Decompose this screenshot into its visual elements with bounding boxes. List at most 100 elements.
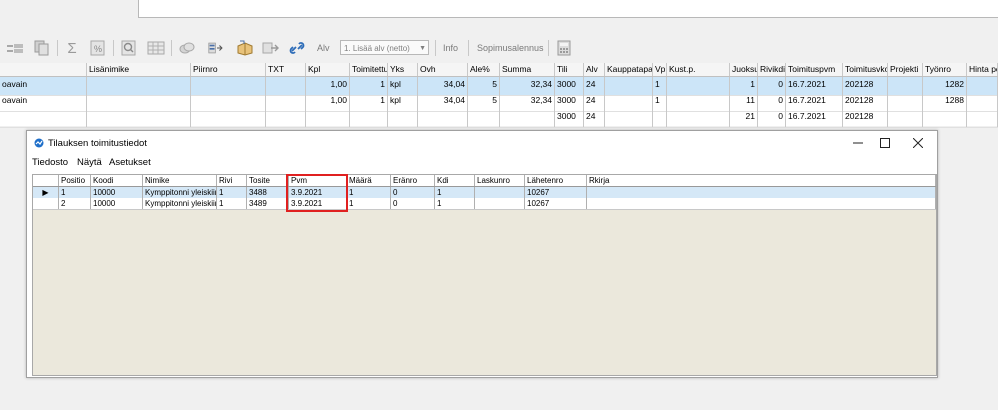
column-header-lähetenro[interactable]: Lähetenro — [525, 175, 587, 186]
column-header-tosite[interactable]: Tosite — [247, 175, 289, 186]
cell-koodi[interactable]: 10000 — [91, 198, 143, 209]
percent-icon[interactable]: % — [88, 39, 108, 57]
cell-toimitusvko[interactable]: 202128 — [843, 109, 888, 127]
cell-toimituspvm[interactable]: 16.7.2021 — [786, 109, 843, 127]
cell-eränro[interactable]: 0 — [391, 198, 435, 209]
cell-alv[interactable]: 24 — [584, 109, 605, 127]
cell-kpl[interactable] — [306, 109, 350, 127]
cell-positio[interactable]: 2 — [59, 198, 91, 209]
column-header-blank[interactable] — [0, 63, 87, 76]
cell-tili[interactable]: 3000 — [555, 109, 584, 127]
cell-rivi[interactable]: 1 — [217, 198, 247, 209]
cell-hinta-pe[interactable] — [967, 109, 998, 127]
discount-button[interactable]: Sopimusalennus — [477, 43, 544, 53]
cell-toimitettu[interactable] — [350, 109, 388, 127]
link-icon[interactable] — [286, 39, 308, 57]
column-header-ale[interactable]: Ale% — [468, 63, 500, 76]
cell-vp[interactable] — [653, 109, 667, 127]
close-button[interactable] — [906, 135, 930, 151]
column-header-summa[interactable]: Summa — [500, 63, 555, 76]
column-header-eränro[interactable]: Eränro — [391, 175, 435, 186]
column-header-alv[interactable]: Alv — [584, 63, 605, 76]
column-header-rivikdi[interactable]: Rivikdi — [758, 63, 786, 76]
cell-yks[interactable] — [388, 109, 418, 127]
menu-nayta[interactable]: Näytä — [77, 157, 102, 168]
cell-rkirja[interactable] — [587, 198, 936, 209]
cell-määrä[interactable]: 1 — [347, 198, 391, 209]
cell-laskunro[interactable] — [475, 198, 525, 209]
cell-juoksu[interactable]: 21 — [730, 109, 758, 127]
column-header-koodi[interactable]: Koodi — [91, 175, 143, 186]
search-icon[interactable] — [119, 39, 139, 57]
forward-icon[interactable] — [259, 39, 283, 57]
cell-ovh[interactable] — [418, 109, 468, 127]
column-header-kpl[interactable]: Kpl — [306, 63, 350, 76]
sum-icon[interactable]: Σ — [62, 39, 82, 57]
column-header-piirnro[interactable]: Piirnro — [191, 63, 266, 76]
cell-eränro[interactable]: 0 — [391, 187, 435, 198]
cell-koodi[interactable]: 10000 — [91, 187, 143, 198]
cell-lähetenro[interactable]: 10267 — [525, 198, 587, 209]
cell-rivikdi[interactable]: 0 — [758, 109, 786, 127]
column-header-yks[interactable]: Yks — [388, 63, 418, 76]
menu-tiedosto[interactable]: Tiedosto — [32, 157, 68, 168]
cell-txt[interactable] — [266, 109, 306, 127]
list-icon[interactable] — [4, 39, 26, 57]
column-header-lisänimike[interactable]: Lisänimike — [87, 63, 191, 76]
move-rows-icon[interactable] — [204, 39, 230, 57]
cell-nimike[interactable]: Kymppitonni yleiskiin — [143, 198, 217, 209]
column-header-toimitusvko[interactable]: Toimitusvko — [843, 63, 888, 76]
column-header-kdi[interactable]: Kdi — [435, 175, 475, 186]
column-header-kust-p[interactable]: Kust.p. — [667, 63, 730, 76]
column-header-kauppatapa[interactable]: Kauppatapa — [605, 63, 653, 76]
column-header-määrä[interactable]: Määrä — [347, 175, 391, 186]
row-indicator[interactable]: ▶ — [33, 187, 59, 198]
minimize-button[interactable] — [846, 135, 870, 151]
column-header-nimike[interactable]: Nimike — [143, 175, 217, 186]
copy-icon[interactable] — [31, 39, 53, 57]
row-indicator[interactable] — [33, 198, 59, 209]
column-header-vp[interactable]: Vp — [653, 63, 667, 76]
cell-kdi[interactable]: 1 — [435, 198, 475, 209]
table-row[interactable]: 3000 24 21 0 16.7.2021 202128 — [0, 109, 998, 128]
package-icon[interactable] — [233, 39, 257, 57]
column-header-tili[interactable]: Tili — [555, 63, 584, 76]
menu-asetukset[interactable]: Asetukset — [109, 157, 151, 168]
cell-määrä[interactable]: 1 — [347, 187, 391, 198]
cell-tosite[interactable]: 3488 — [247, 187, 289, 198]
table-row[interactable]: 2 10000 Kymppitonni yleiskiin 1 3489 3.9.2021… — [33, 198, 936, 210]
cell-ale[interactable] — [468, 109, 500, 127]
cell-rivi[interactable]: 1 — [217, 187, 247, 198]
grid-icon[interactable] — [145, 39, 167, 57]
column-header-rkirja[interactable]: Rkirja — [587, 175, 936, 186]
cell-kdi[interactable]: 1 — [435, 187, 475, 198]
cell-projekti[interactable] — [888, 109, 923, 127]
maximize-button[interactable] — [873, 135, 897, 151]
calculator-icon[interactable] — [554, 39, 574, 57]
column-header-blank[interactable] — [33, 175, 59, 186]
cell-summa[interactable] — [500, 109, 555, 127]
column-header-toimituspvm[interactable]: Toimituspvm — [786, 63, 843, 76]
cell-työnro[interactable] — [923, 109, 967, 127]
column-header-positio[interactable]: Positio — [59, 175, 91, 186]
column-header-projekti[interactable]: Projekti — [888, 63, 923, 76]
cell-piirnro[interactable] — [191, 109, 266, 127]
cell-rkirja[interactable] — [587, 187, 936, 198]
cell-nimike[interactable]: Kymppitonni yleiskiin — [143, 187, 217, 198]
coins-icon[interactable] — [176, 39, 198, 57]
column-header-rivi[interactable]: Rivi — [217, 175, 247, 186]
dialog-titlebar[interactable]: Tilauksen toimitustiedot — [27, 131, 937, 155]
cell-laskunro[interactable] — [475, 187, 525, 198]
alv-select[interactable]: 1. Lisää alv (netto) ▼ — [340, 40, 429, 55]
column-header-laskunro[interactable]: Laskunro — [475, 175, 525, 186]
column-header-toimitettu[interactable]: Toimitettu — [350, 63, 388, 76]
cell-kauppatapa[interactable] — [605, 109, 653, 127]
info-button[interactable]: Info — [443, 43, 458, 53]
column-header-juoksu[interactable]: Juoksu — [730, 63, 758, 76]
column-header-ovh[interactable]: Ovh — [418, 63, 468, 76]
column-header-työnro[interactable]: Työnro — [923, 63, 967, 76]
cell-lisänimike[interactable] — [87, 109, 191, 127]
cell-blank[interactable] — [0, 109, 87, 127]
cell-lähetenro[interactable]: 10267 — [525, 187, 587, 198]
column-header-hinta-pe[interactable]: Hinta pe — [967, 63, 998, 76]
